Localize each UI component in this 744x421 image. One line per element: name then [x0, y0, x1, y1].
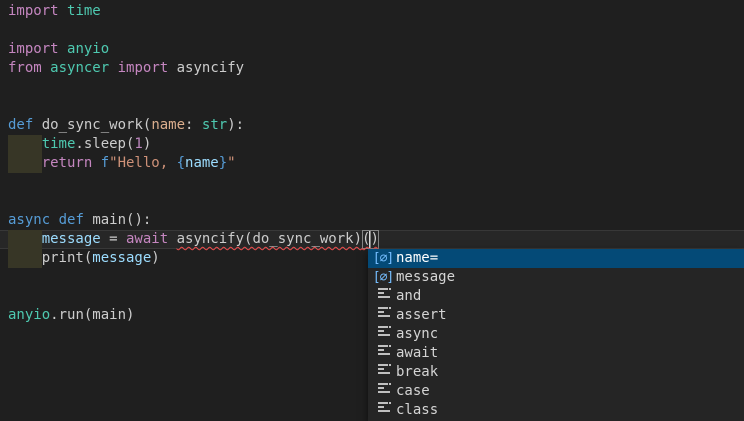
code-token: .sleep(: [75, 135, 134, 154]
code-token: :: [185, 116, 202, 135]
suggestion-item-case[interactable]: case: [368, 382, 744, 401]
code-token: "Hello,: [109, 154, 176, 173]
code-token: ): [151, 249, 159, 268]
code-token: asyncify(do_sync_work): [177, 230, 362, 249]
code-line[interactable]: async def main():: [0, 211, 744, 230]
code-token: return: [42, 154, 93, 173]
code-token: time: [67, 2, 101, 21]
code-token: anyio: [8, 306, 50, 325]
symbol-variable-icon: [∅]: [372, 249, 394, 268]
code-token: [59, 40, 67, 59]
suggestion-item-class[interactable]: class: [368, 401, 744, 420]
code-token: import: [118, 59, 169, 78]
code-token: await: [126, 230, 168, 249]
indent-guide-highlight: [8, 135, 42, 154]
code-token: }: [219, 154, 227, 173]
code-token: ): [143, 135, 151, 154]
code-token: .run(main): [50, 306, 134, 325]
code-token: main():: [84, 211, 151, 230]
code-token: print(: [42, 249, 93, 268]
symbol-keyword-icon: [372, 401, 394, 420]
code-token: def: [8, 116, 33, 135]
code-line[interactable]: from asyncer import asyncify: [0, 59, 744, 78]
code-token: import: [8, 40, 59, 59]
suggestion-label: message: [396, 268, 455, 287]
suggestion-item-async[interactable]: async: [368, 325, 744, 344]
code-token: asyncify: [168, 59, 244, 78]
code-token: ": [227, 154, 235, 173]
suggestion-label: async: [396, 325, 438, 344]
code-line[interactable]: [0, 78, 744, 97]
vscode-editor-screenshot: { "colors": { "editor_background": "#1f1…: [0, 0, 744, 421]
code-token: =: [101, 230, 126, 249]
code-token: f: [101, 154, 109, 173]
code-token: do_sync_work(: [33, 116, 151, 135]
code-token: def: [59, 211, 84, 230]
code-token: async: [8, 211, 50, 230]
code-line[interactable]: import time: [0, 2, 744, 21]
code-token: {: [177, 154, 185, 173]
code-token: [92, 154, 100, 173]
code-line[interactable]: [0, 192, 744, 211]
suggestion-label: and: [396, 287, 421, 306]
suggestion-label: class: [396, 401, 438, 420]
code-token: [168, 230, 176, 249]
code-token: message: [92, 249, 151, 268]
code-token: from: [8, 59, 42, 78]
code-token: name: [151, 116, 185, 135]
symbol-variable-icon: [∅]: [372, 268, 394, 287]
indent-guide-highlight: [8, 154, 42, 173]
code-token: message: [42, 230, 101, 249]
code-token: [109, 59, 117, 78]
code-token: ):: [227, 116, 244, 135]
code-token: anyio: [67, 40, 109, 59]
suggestion-label: await: [396, 344, 438, 363]
code-token: [59, 2, 67, 21]
suggestion-label: case: [396, 382, 430, 401]
code-line[interactable]: [0, 21, 744, 40]
code-line[interactable]: def do_sync_work(name: str):: [0, 116, 744, 135]
suggestion-item-message[interactable]: [∅]message: [368, 268, 744, 287]
code-token: name: [185, 154, 219, 173]
code-token: import: [8, 2, 59, 21]
suggestion-item-await[interactable]: await: [368, 344, 744, 363]
indent-guide-highlight: [8, 230, 42, 249]
code-token: 1: [134, 135, 142, 154]
code-token: asyncer: [50, 59, 109, 78]
symbol-keyword-icon: [372, 382, 394, 401]
code-line[interactable]: [0, 97, 744, 116]
code-token: ): [370, 230, 378, 249]
symbol-keyword-icon: [372, 344, 394, 363]
suggest-widget[interactable]: [∅]name=[∅]messageandassertasyncawaitbre…: [368, 249, 744, 421]
code-token: time: [42, 135, 76, 154]
symbol-keyword-icon: [372, 306, 394, 325]
suggestion-item-assert[interactable]: assert: [368, 306, 744, 325]
code-token: [50, 211, 58, 230]
symbol-keyword-icon: [372, 363, 394, 382]
suggestion-label: name=: [396, 249, 438, 268]
code-token: str: [202, 116, 227, 135]
suggestion-label: assert: [396, 306, 447, 325]
indent-guide-highlight: [8, 249, 42, 268]
code-line[interactable]: return f"Hello, {name}": [0, 154, 744, 173]
symbol-keyword-icon: [372, 287, 394, 306]
code-line[interactable]: time.sleep(1): [0, 135, 744, 154]
code-line[interactable]: import anyio: [0, 40, 744, 59]
suggestion-label: break: [396, 363, 438, 382]
code-line[interactable]: [0, 173, 744, 192]
symbol-keyword-icon: [372, 325, 394, 344]
code-token: [42, 59, 50, 78]
code-line-current[interactable]: message = await asyncify(do_sync_work)(): [0, 230, 744, 249]
suggestion-item-and[interactable]: and: [368, 287, 744, 306]
suggestion-item-break[interactable]: break: [368, 363, 744, 382]
suggestion-item-name[interactable]: [∅]name=: [368, 249, 744, 268]
